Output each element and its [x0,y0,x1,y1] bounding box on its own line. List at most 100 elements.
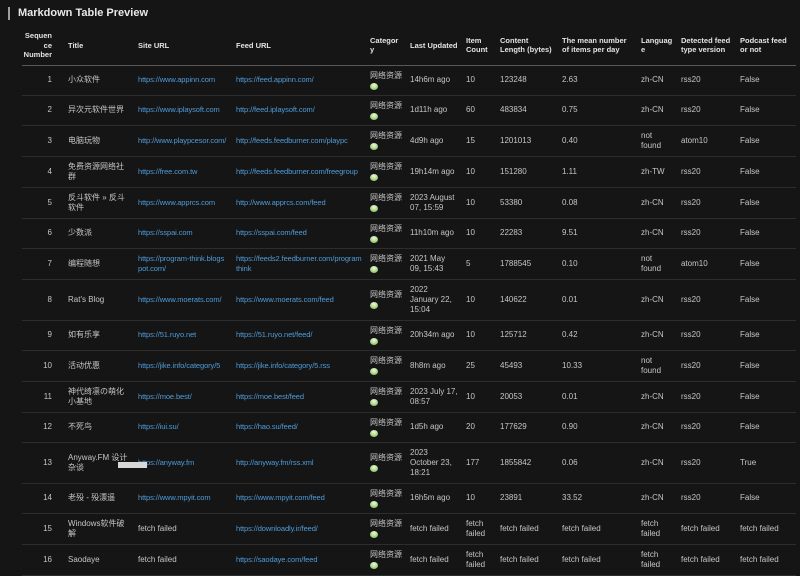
table-row: 4免费资源网络社群https://free.com.twhttp://feeds… [22,156,796,187]
markdown-preview-panel: Markdown Table Preview Sequence NumberTi… [0,7,800,576]
cell-text: 8 [48,295,52,304]
cell-site-url: https://www.apprcs.com [138,187,236,218]
cell-item-count: 15 [466,125,500,156]
column-header-content-length: Content Length (bytes) [500,26,562,65]
cell-text: False [740,259,760,268]
cell-text: fetch failed [740,524,779,533]
cell-text: fetch failed [410,524,449,533]
cell-category: 网络资源 [370,95,410,125]
site-url-link[interactable]: https://moe.best/ [138,392,192,401]
cell-text: 10 [466,392,475,401]
column-header-item-count: Item Count [466,26,500,65]
cell-seq: 4 [22,156,68,187]
cell-text: 神代绮凛の萌化小基地 [68,387,124,406]
cell-podcast: False [740,95,796,125]
green-circle-icon [370,430,378,437]
cell-text: 14h6m ago [410,75,450,84]
site-url-link[interactable]: https://free.com.tw [138,167,197,176]
green-circle-icon [370,83,378,90]
cell-text: False [740,75,760,84]
table-row: 2异次元软件世界https://www.iplaysoft.comhttp://… [22,95,796,125]
feed-url-link[interactable]: https://sspai.com/feed [236,228,307,237]
cell-seq: 2 [22,95,68,125]
cell-mean-per-day: 0.01 [562,279,641,320]
cell-last-updated: 19h14m ago [410,156,466,187]
feed-url-link[interactable]: https://feed.appinn.com/ [236,75,314,84]
feed-url-link[interactable]: https://downloadly.ir/feed/ [236,524,318,533]
cell-item-count: 5 [466,248,500,279]
site-url-link[interactable]: https://sspai.com [138,228,193,237]
site-url-link[interactable]: https://www.apprcs.com [138,198,215,207]
cell-title: 如有乐享 [68,320,138,350]
cell-title: 反斗软件 » 反斗软件 [68,187,138,218]
cell-category: 网络资源 [370,412,410,442]
feed-url-link[interactable]: https://www.mpyit.com/feed [236,493,325,502]
feed-url-link[interactable]: http://feeds.feedburner.com/playpc [236,136,348,145]
site-url-link[interactable]: https://program-think.blogspot.com/ [138,254,224,273]
feed-url-link[interactable]: http://anyway.fm/rss.xml [236,458,313,467]
green-circle-icon [370,174,378,181]
cell-text: zh-CN [641,228,664,237]
site-url-link[interactable]: https://www.appinn.com [138,75,215,84]
site-url-link[interactable]: https://iui.su/ [138,422,179,431]
site-url-link[interactable]: https://www.mpyit.com [138,493,211,502]
cell-seq: 14 [22,483,68,513]
table-row: 6少数派https://sspai.comhttps://sspai.com/f… [22,218,796,248]
cell-item-count: 20 [466,412,500,442]
cell-text: False [740,392,760,401]
feed-url-link[interactable]: http://feeds.feedburner.com/freegroup [236,167,358,176]
cell-text: Windows软件破解 [68,519,124,538]
cell-text: 1d5h ago [410,422,443,431]
feed-url-link[interactable]: https://hao.su/feed/ [236,422,298,431]
feed-url-link[interactable]: https://moe.best/feed [236,392,304,401]
cell-text: fetch failed [500,555,539,564]
cell-language: zh-CN [641,381,681,412]
cell-text: 10 [466,75,475,84]
site-url-link[interactable]: https://www.moerats.com/ [138,295,221,304]
cell-text: 1855842 [500,458,531,467]
site-url-link[interactable]: https://51.ruyo.net [138,330,196,339]
cell-site-url: https://www.appinn.com [138,65,236,95]
cell-category: 网络资源 [370,125,410,156]
cell-text: rss20 [681,198,701,207]
cell-content-length: 483834 [500,95,562,125]
feed-url-link[interactable]: http://feed.iplaysoft.com/ [236,105,315,114]
cell-content-length: 1201013 [500,125,562,156]
green-circle-icon [370,302,378,309]
category-label: 网络资源 [370,131,402,141]
feed-url-link[interactable]: https://51.ruyo.net/feed/ [236,330,312,339]
feed-url-link[interactable]: https://saodaye.com/feed [236,555,317,564]
table-row: 7编程随想https://program-think.blogspot.com/… [22,248,796,279]
cell-last-updated: 2022 January 22, 15:04 [410,279,466,320]
cell-mean-per-day: 0.06 [562,442,641,483]
cell-text: rss20 [681,228,701,237]
cell-last-updated: 2023 October 23, 18:21 [410,442,466,483]
cell-item-count: 10 [466,483,500,513]
feed-url-link[interactable]: http://www.apprcs.com/feed [236,198,326,207]
cell-mean-per-day: 0.75 [562,95,641,125]
category-label: 网络资源 [370,489,402,499]
cell-podcast: fetch failed [740,544,796,575]
cell-seq: 3 [22,125,68,156]
cell-last-updated: fetch failed [410,513,466,544]
cell-site-url: https://www.iplaysoft.com [138,95,236,125]
feed-url-link[interactable]: https://jike.info/category/5.rss [236,361,330,370]
cell-text: 20h34m ago [410,330,454,339]
cell-mean-per-day: fetch failed [562,544,641,575]
cell-text: 23891 [500,493,522,502]
feed-url-link[interactable]: https://feeds2.feedburner.com/programthi… [236,254,362,273]
cell-mean-per-day: 10.33 [562,350,641,381]
site-url-link[interactable]: https://www.iplaysoft.com [138,105,220,114]
site-url-link[interactable]: https://jike.info/category/5 [138,361,220,370]
cell-text: fetch failed [466,550,485,569]
cell-language: fetch failed [641,513,681,544]
feed-url-link[interactable]: https://www.moerats.com/feed [236,295,334,304]
cell-text: 16h5m ago [410,493,450,502]
cell-text: 0.06 [562,458,578,467]
cell-last-updated: 11h10m ago [410,218,466,248]
horizontal-scrollbar-thumb[interactable] [118,462,147,468]
cell-text: False [740,361,760,370]
feed-table: Sequence NumberTitleSite URLFeed URLCate… [22,26,796,576]
site-url-link[interactable]: http://www.playpcesor.com/ [138,136,226,145]
cell-feed-url: https://hao.su/feed/ [236,412,370,442]
